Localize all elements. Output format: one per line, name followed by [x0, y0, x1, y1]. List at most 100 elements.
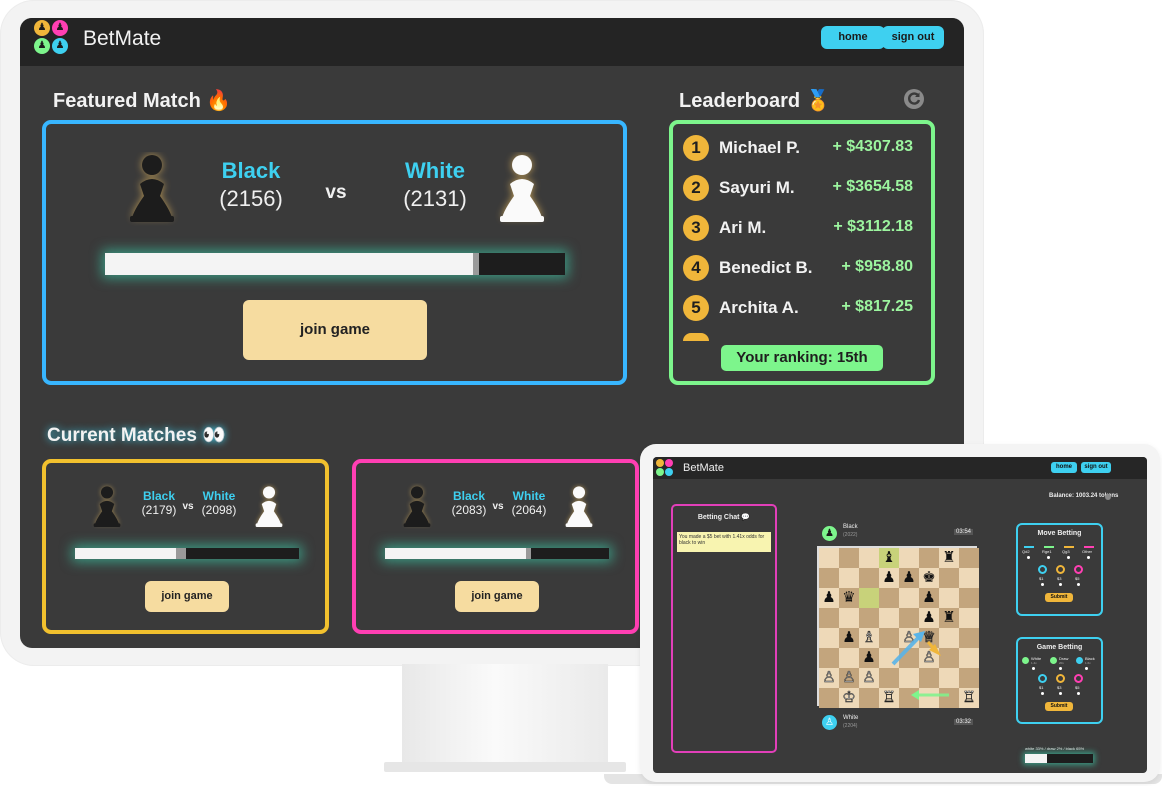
featured-join-button[interactable]: join game	[243, 300, 427, 360]
marketing-scene: ♟ ♟ ♟ ♟ BetMate home sign out Featured M…	[0, 0, 1162, 786]
radio-move[interactable]	[1027, 556, 1030, 559]
leaderboard-title: Leaderboard 🏅	[679, 90, 831, 112]
match-odds-bar	[385, 548, 609, 559]
radio-move[interactable]	[1087, 556, 1090, 559]
white-pawn-icon	[255, 486, 283, 528]
match-card: Black (2083) vs White (2064) join game	[352, 459, 639, 634]
move-option: Other	[1082, 549, 1093, 554]
player-winnings: + $4307.83	[832, 138, 913, 155]
featured-black-rating: (2156)	[219, 186, 283, 211]
chip-icon	[1038, 565, 1047, 574]
radio-move[interactable]	[1067, 556, 1070, 559]
black-clock: 03:54	[954, 529, 974, 535]
laptop-home-button[interactable]: home	[1051, 462, 1077, 473]
featured-white-name: White	[405, 158, 465, 183]
chip-icon	[1056, 674, 1065, 683]
outcome-odds: 20x	[1059, 661, 1064, 665]
move-option: Qd2	[1022, 549, 1030, 554]
radio-outcome[interactable]	[1059, 667, 1062, 670]
radio-move[interactable]	[1047, 556, 1050, 559]
current-matches-title: Current Matches 👀	[47, 425, 226, 446]
black-pawn-icon	[130, 155, 174, 222]
white-pawn-icon	[500, 155, 544, 222]
stake-option: $1	[1039, 685, 1044, 690]
featured-match-panel: Black (2156) vs White (2131) join game	[42, 120, 627, 385]
match-join-button[interactable]: join game	[455, 581, 539, 612]
radio-outcome[interactable]	[1085, 667, 1088, 670]
match-white-name: White	[512, 489, 546, 503]
leaderboard-panel: 1 Michael P. + $4307.83 2 Sayuri M. + $3…	[669, 120, 935, 385]
player-name: Michael P.	[719, 138, 800, 157]
radio-stake[interactable]	[1041, 583, 1044, 586]
match-odds-marker	[526, 548, 532, 559]
betting-chat-panel: Betting Chat 💬 You made a $5 bet with 1.…	[671, 504, 777, 753]
laptop-screen: BetMate home sign out Balance: 1003.24 t…	[653, 457, 1147, 773]
laptop-sign-out-button[interactable]: sign out	[1081, 462, 1111, 473]
leaderboard-row: 2 Sayuri M. + $3654.58	[683, 174, 913, 202]
monitor-stand-base	[384, 762, 626, 772]
player-winnings: + $817.25	[841, 298, 913, 315]
move-option: Qg3	[1062, 549, 1070, 554]
laptop-navbar: BetMate home sign out	[653, 457, 1147, 479]
match-white-name: White	[202, 489, 236, 503]
featured-vs-label: vs	[325, 182, 347, 203]
laptop-black-name: Black	[843, 524, 858, 530]
radio-stake[interactable]	[1041, 692, 1044, 695]
chip-icon	[1074, 565, 1083, 574]
white-pawn-icon	[565, 486, 593, 528]
laptop-black-rating: (2022)	[843, 532, 858, 538]
match-join-button[interactable]: join game	[145, 581, 229, 612]
outcome-odds: 1.4x	[1031, 661, 1037, 665]
leaderboard-row: 5 Archita A. + $817.25	[683, 294, 913, 322]
rank-badge: 2	[683, 175, 709, 201]
player-winnings: + $958.80	[841, 258, 913, 275]
sign-out-button[interactable]: sign out	[882, 26, 944, 49]
leaderboard-row: 4 Benedict B. + $958.80	[683, 254, 913, 282]
leaderboard-row: 1 Michael P. + $4307.83	[683, 134, 913, 162]
player-name: Benedict B.	[719, 258, 813, 277]
betmate-logo-icon	[656, 459, 674, 477]
betting-chat-title: Betting Chat 💬	[697, 514, 751, 521]
laptop-white-name: White	[843, 715, 859, 721]
player-winnings: + $3112.18	[833, 218, 913, 235]
match-odds-marker	[175, 548, 186, 559]
chip-icon	[1022, 657, 1029, 664]
radio-stake[interactable]	[1059, 583, 1062, 586]
move-submit-button[interactable]: Submit	[1045, 593, 1073, 602]
featured-odds-bar	[105, 253, 565, 275]
featured-black-name: Black	[221, 158, 281, 183]
brand-name: BetMate	[83, 27, 162, 50]
info-icon[interactable]	[1105, 494, 1111, 500]
game-submit-button[interactable]: Submit	[1045, 702, 1073, 711]
stake-option: $3	[1057, 685, 1062, 690]
white-player-avatar: ♙	[822, 715, 837, 730]
laptop-white-rating: (2204)	[843, 723, 858, 729]
radio-stake[interactable]	[1077, 583, 1080, 586]
radio-stake[interactable]	[1059, 692, 1062, 695]
rank-badge: 3	[683, 215, 709, 241]
game-betting-title: Game Betting	[1036, 644, 1083, 651]
radio-stake[interactable]	[1077, 692, 1080, 695]
move-betting-title: Move Betting	[1037, 530, 1082, 537]
radio-outcome[interactable]	[1032, 667, 1035, 670]
your-ranking-badge: Your ranking: 15th	[721, 345, 883, 371]
featured-white-rating: (2131)	[403, 186, 467, 211]
rank-badge-partial	[683, 333, 709, 341]
move-betting-panel: Move Betting Qd2 Rge1 Qg3 Other $1 $3 $5	[1016, 523, 1103, 616]
match-odds-fill	[75, 548, 176, 559]
move-option: Rge1	[1042, 549, 1052, 554]
laptop-device: BetMate home sign out Balance: 1003.24 t…	[640, 444, 1160, 782]
match-white-rating: (2098)	[201, 503, 237, 517]
match-odds-bar	[75, 548, 299, 559]
outcome-odds: 1.6x	[1085, 661, 1091, 665]
home-button[interactable]: home	[821, 26, 885, 49]
player-name: Sayuri M.	[719, 178, 795, 197]
top-navbar: ♟ ♟ ♟ ♟ BetMate home sign out	[20, 18, 964, 66]
player-name: Ari M.	[719, 218, 767, 237]
refresh-icon[interactable]	[903, 88, 925, 110]
rank-badge: 1	[683, 135, 709, 161]
leaderboard-row: 3 Ari M. + $3112.18	[683, 214, 913, 242]
match-odds-fill	[385, 548, 527, 559]
stake-option: $5	[1075, 576, 1080, 581]
chat-message: You made a $5 bet with 1.41x odds for bl…	[677, 532, 771, 552]
